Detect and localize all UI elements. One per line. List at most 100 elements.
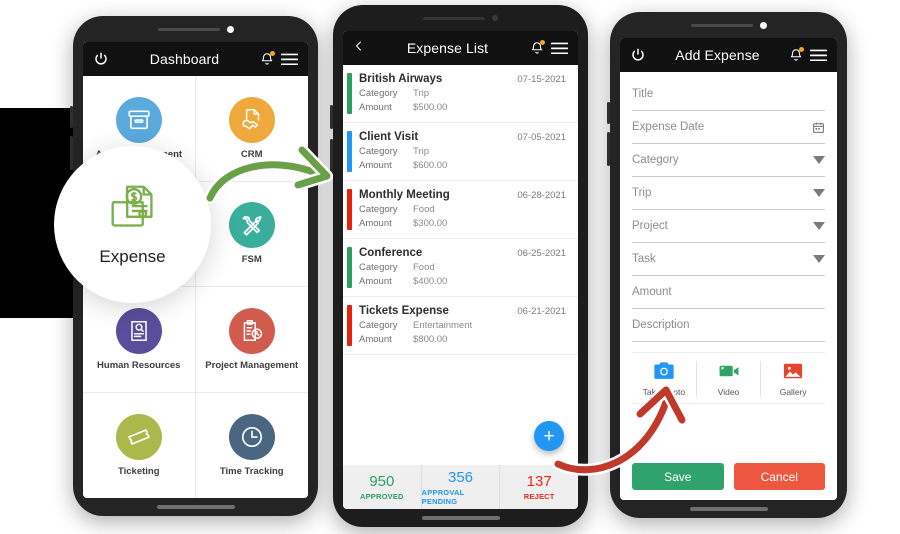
chevron-down-icon[interactable] bbox=[813, 189, 825, 197]
hamburger-menu-icon[interactable] bbox=[551, 42, 568, 55]
add-expense-form: Title Expense Date Category Trip Project… bbox=[620, 72, 837, 500]
row-amount: Amount $400.00 bbox=[359, 276, 566, 287]
grid-item-label: Time Tracking bbox=[219, 465, 284, 477]
side-button-volume-up[interactable] bbox=[330, 105, 333, 129]
grid-item-label: Ticketing bbox=[117, 465, 160, 477]
home-indicator bbox=[689, 507, 768, 511]
expense-name: Conference bbox=[359, 247, 423, 259]
pending-caption: APPROVAL PENDING bbox=[421, 487, 465, 506]
category-value: Trip bbox=[413, 88, 430, 99]
category-label: Category bbox=[359, 320, 398, 331]
notification-badge bbox=[270, 51, 275, 56]
project-placeholder: Project bbox=[632, 220, 668, 232]
phone2-screen: Expense List British Airways 07-15-2021 … bbox=[343, 31, 578, 509]
bell-icon[interactable] bbox=[260, 51, 275, 66]
appbar-actions bbox=[260, 51, 298, 66]
bell-icon[interactable] bbox=[530, 40, 545, 55]
handshake-document-icon bbox=[228, 96, 275, 143]
task-field[interactable]: Task bbox=[632, 243, 825, 276]
power-icon[interactable] bbox=[630, 47, 646, 63]
status-badge-reject[interactable]: 137 REJECT bbox=[499, 465, 578, 509]
chevron-left-icon[interactable] bbox=[353, 40, 365, 56]
title-placeholder: Title bbox=[632, 88, 654, 100]
home-indicator bbox=[156, 505, 235, 509]
table-row[interactable]: Monthly Meeting 06-28-2021 Category Food… bbox=[343, 181, 578, 239]
amount-value: $500.00 bbox=[413, 102, 448, 113]
camera-icon bbox=[654, 362, 674, 379]
phone2-notch bbox=[333, 5, 588, 31]
calendar-icon[interactable] bbox=[812, 121, 825, 134]
category-value: Food bbox=[413, 262, 435, 273]
grid-item-project-management[interactable]: Project Management bbox=[195, 287, 308, 393]
hamburger-menu-icon[interactable] bbox=[810, 49, 827, 62]
category-field[interactable]: Category bbox=[632, 144, 825, 177]
amount-label: Amount bbox=[359, 276, 392, 287]
expense-magnifier-callout[interactable]: Expense bbox=[54, 146, 211, 303]
media-attachment-bar: Take Photo Video Gallery bbox=[632, 352, 825, 404]
notification-badge bbox=[540, 40, 545, 45]
category-label: Category bbox=[359, 146, 398, 157]
grid-item-label: CRM bbox=[240, 148, 263, 160]
reject-count: 137 bbox=[526, 473, 552, 490]
plus-icon: + bbox=[543, 425, 555, 447]
grid-item-fsm[interactable]: FSM bbox=[195, 182, 308, 287]
notification-badge bbox=[799, 47, 804, 52]
composition-stage: Dashboard CRM FSM Human Resources Projec… bbox=[0, 0, 900, 534]
status-badge-approved[interactable]: 950 APPROVED bbox=[343, 465, 421, 509]
side-button-volume-up[interactable] bbox=[70, 106, 73, 128]
phone3-screen: Add Expense Title Expense Date Category … bbox=[620, 38, 837, 500]
home-indicator bbox=[421, 516, 500, 520]
add-expense-fab[interactable]: + bbox=[534, 421, 564, 451]
amount-label: Amount bbox=[359, 102, 392, 113]
side-button-volume-up[interactable] bbox=[607, 102, 610, 124]
bell-icon[interactable] bbox=[789, 47, 804, 62]
side-button-volume-down[interactable] bbox=[607, 132, 610, 166]
grid-item-label: FSM bbox=[241, 254, 262, 266]
trip-field[interactable]: Trip bbox=[632, 177, 825, 210]
category-placeholder: Category bbox=[632, 154, 679, 166]
video-button[interactable]: Video bbox=[695, 361, 761, 397]
grid-item-ticketing[interactable]: Ticketing bbox=[83, 392, 196, 498]
row-header: Client Visit 07-05-2021 bbox=[359, 131, 566, 143]
approved-caption: APPROVED bbox=[359, 492, 404, 501]
table-row[interactable]: Conference 06-25-2021 Category Food Amou… bbox=[343, 239, 578, 297]
description-placeholder: Description bbox=[632, 319, 690, 331]
amount-label: Amount bbox=[359, 334, 392, 345]
video-label: Video bbox=[717, 387, 740, 397]
project-field[interactable]: Project bbox=[632, 210, 825, 243]
gallery-button[interactable]: Gallery bbox=[760, 361, 825, 397]
chevron-down-icon[interactable] bbox=[813, 255, 825, 263]
chevron-down-icon[interactable] bbox=[813, 156, 825, 164]
grid-item-human-resources[interactable]: Human Resources bbox=[83, 287, 196, 393]
category-label: Category bbox=[359, 262, 398, 273]
grid-item-time-tracking[interactable]: Time Tracking bbox=[196, 393, 309, 499]
table-row[interactable]: Tickets Expense 06-21-2021 Category Ente… bbox=[343, 297, 578, 355]
table-row[interactable]: British Airways 07-15-2021 Category Trip… bbox=[343, 65, 578, 123]
description-field[interactable]: Description bbox=[632, 309, 825, 342]
amount-placeholder: Amount bbox=[632, 286, 672, 298]
grid-item-crm[interactable]: CRM bbox=[195, 76, 308, 182]
amount-field[interactable]: Amount bbox=[632, 276, 825, 309]
amount-value: $800.00 bbox=[413, 334, 448, 345]
amount-label: Amount bbox=[359, 160, 392, 171]
expense-date-field[interactable]: Expense Date bbox=[632, 111, 825, 144]
cancel-button[interactable]: Cancel bbox=[733, 463, 825, 490]
table-row[interactable]: Client Visit 07-05-2021 Category Trip Am… bbox=[343, 123, 578, 181]
row-accent-bar bbox=[347, 305, 352, 346]
hamburger-menu-icon[interactable] bbox=[281, 53, 298, 66]
expense-name: Client Visit bbox=[359, 131, 419, 143]
ticket-icon bbox=[115, 413, 162, 460]
form-actions: Save Cancel bbox=[632, 463, 825, 490]
category-label: Category bbox=[359, 88, 398, 99]
speaker-grill bbox=[157, 27, 220, 31]
row-amount: Amount $600.00 bbox=[359, 160, 566, 171]
title-field[interactable]: Title bbox=[632, 78, 825, 111]
take-photo-button[interactable]: Take Photo bbox=[632, 361, 696, 397]
status-badge-approval-pending[interactable]: 356 APPROVAL PENDING bbox=[420, 465, 500, 509]
power-icon[interactable] bbox=[93, 51, 109, 67]
expense-list[interactable]: British Airways 07-15-2021 Category Trip… bbox=[343, 65, 578, 465]
side-button-volume-down[interactable] bbox=[70, 136, 73, 170]
save-button[interactable]: Save bbox=[632, 463, 724, 490]
chevron-down-icon[interactable] bbox=[813, 222, 825, 230]
side-button-volume-down[interactable] bbox=[330, 139, 333, 175]
